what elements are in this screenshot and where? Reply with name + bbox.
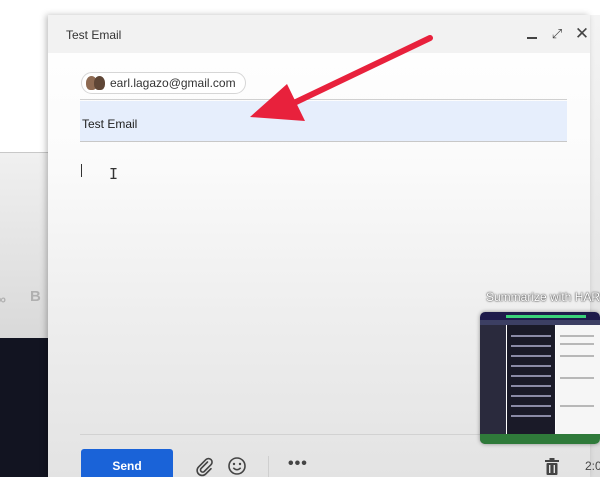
annotation-arrow-icon	[250, 35, 433, 121]
attach-icon[interactable]	[193, 455, 215, 477]
toolbar-separator	[268, 456, 269, 477]
send-button[interactable]: Send	[81, 449, 173, 477]
minimize-icon[interactable]	[522, 23, 542, 45]
close-icon[interactable]: ✕	[572, 23, 592, 45]
subject-divider	[80, 141, 567, 142]
background-format-toolbar: ∞ B	[0, 286, 48, 312]
trash-icon[interactable]	[541, 455, 563, 477]
video-pip-thumbnail[interactable]	[480, 312, 600, 444]
emoji-icon[interactable]	[226, 455, 248, 477]
link-icon[interactable]: ∞	[0, 291, 6, 307]
more-options-icon[interactable]: •••	[288, 455, 308, 473]
bold-icon[interactable]: B	[30, 288, 41, 305]
compose-title: Test Email	[66, 28, 122, 42]
background-dark-panel	[0, 338, 48, 477]
subject-text: Test Email	[82, 117, 138, 131]
recipient-email: earl.lagazo@gmail.com	[110, 76, 236, 90]
pip-bottombar	[480, 434, 600, 444]
avatar	[86, 76, 105, 90]
ibeam-cursor-icon: I	[109, 165, 119, 183]
pip-greenbar	[506, 315, 586, 318]
footer-divider	[80, 434, 535, 435]
text-caret	[81, 164, 82, 177]
recipient-chip[interactable]: earl.lagazo@gmail.com	[81, 72, 246, 94]
expand-icon[interactable]: ⤢	[547, 23, 567, 45]
pip-preview	[556, 325, 600, 444]
clock-text: 2:0	[585, 459, 600, 473]
pip-sidebar	[480, 325, 506, 444]
harpa-summarize-button[interactable]: Summarize with HARP	[486, 290, 600, 304]
pip-message-list	[507, 325, 555, 444]
